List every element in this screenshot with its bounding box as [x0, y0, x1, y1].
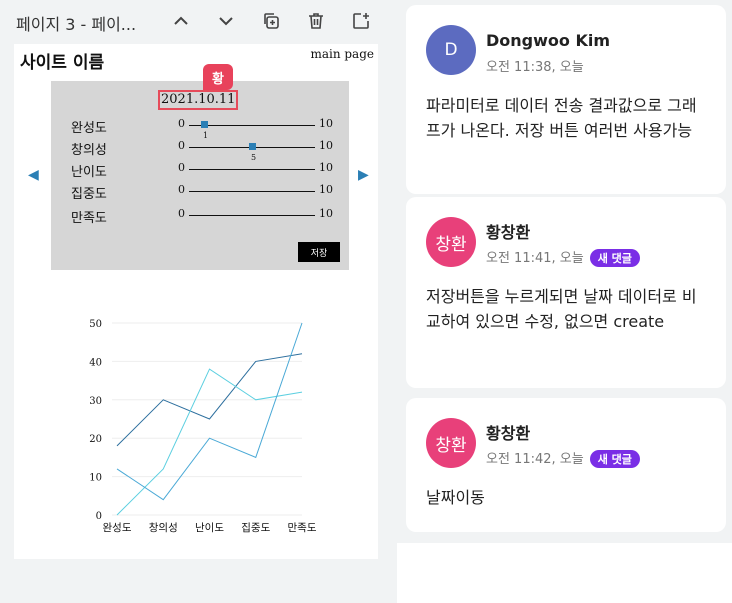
slider-max: 10 — [319, 161, 333, 174]
save-button[interactable]: 저장 — [298, 242, 340, 262]
chevron-down-icon[interactable] — [213, 8, 239, 34]
slider-track[interactable] — [189, 215, 315, 216]
comment-text: 파라미터로 데이터 전송 결과값으로 그래프가 나온다. 저장 버튼 여러번 사… — [426, 96, 697, 140]
page-title[interactable]: 페이지 3 - 페이... — [16, 11, 136, 35]
duplicate-page-icon[interactable] — [258, 8, 284, 34]
y-tick-label: 50 — [89, 319, 102, 330]
avatar[interactable]: 창환 — [426, 418, 476, 468]
slider-track[interactable] — [189, 191, 315, 192]
slider-max: 10 — [319, 139, 333, 152]
x-tick-label: 집중도 — [241, 522, 270, 534]
comment-time: 오전 11:38, 오늘 — [486, 56, 584, 75]
slider-max: 10 — [319, 117, 333, 130]
prev-arrow-icon[interactable]: ◀ — [28, 167, 39, 183]
line-chart: 0 10 20 30 40 50 완성도 창의성 난이도 집중도 만족도 — [89, 319, 317, 534]
site-name: 사이트 이름 — [20, 53, 105, 73]
page-toolbar: 페이지 3 - 페이... — [0, 0, 390, 44]
slider-row: 창의성 0 5 10 — [51, 137, 349, 162]
comment-card: 창환 황창환 오전 11:41, 오늘 새 댓글 저장버튼을 누르게되면 날짜 데… — [406, 197, 726, 388]
series-line-3 — [116, 322, 303, 501]
slider-track[interactable] — [189, 169, 315, 170]
slider-label: 난이도 — [71, 165, 107, 180]
series-line-2 — [116, 368, 303, 516]
x-tick-label: 완성도 — [103, 521, 132, 534]
slider-panel: 황 2021.10.11 완성도 0 1 10 창의성 0 5 10 난이도 0… — [51, 64, 349, 270]
comment-author[interactable]: 황창환 — [486, 219, 530, 243]
comment-text: 날짜이동 — [426, 488, 485, 507]
chevron-up-icon[interactable] — [168, 8, 194, 34]
y-tick-label: 20 — [89, 434, 102, 445]
comment-author[interactable]: Dongwoo Kim — [486, 31, 610, 50]
new-comment-badge: 새 댓글 — [589, 450, 640, 468]
date-field[interactable]: 2021.10.11 — [158, 90, 239, 110]
comment-text: 저장버튼을 누르게되면 날짜 데이터로 비교하여 있으면 수정, 없으면 cre… — [426, 287, 697, 331]
x-tick-label: 만족도 — [288, 522, 317, 534]
main-page-link[interactable]: main page — [310, 47, 374, 61]
slider-row: 집중도 0 10 — [51, 181, 349, 202]
comment-card-partial — [397, 543, 732, 603]
avatar[interactable]: 창환 — [426, 217, 476, 267]
comment-time: 오전 11:41, 오늘 새 댓글 — [486, 247, 640, 267]
slider-row: 난이도 0 10 — [51, 159, 349, 180]
slider-label: 만족도 — [71, 211, 107, 226]
slider-max: 10 — [319, 207, 333, 220]
comment-time: 오전 11:42, 오늘 새 댓글 — [486, 448, 640, 468]
slider-thumb[interactable] — [201, 121, 208, 128]
comment-time-text: 오전 11:38, 오늘 — [486, 60, 584, 75]
slider-min: 0 — [178, 139, 185, 152]
x-tick-label: 난이도 — [195, 522, 224, 534]
slider-min: 0 — [178, 117, 185, 130]
comment-time-text: 오전 11:42, 오늘 — [486, 452, 584, 467]
slider-label: 집중도 — [71, 187, 107, 202]
slider-max: 10 — [319, 183, 333, 196]
slider-row: 완성도 0 1 10 — [51, 115, 349, 140]
y-tick-label: 30 — [89, 396, 102, 407]
slider-label: 창의성 — [71, 143, 107, 158]
new-comment-badge: 새 댓글 — [589, 249, 640, 267]
y-tick-label: 10 — [89, 473, 102, 484]
add-page-icon[interactable] — [348, 8, 374, 34]
avatar[interactable]: D — [426, 25, 476, 75]
slider-label: 완성도 — [71, 121, 107, 136]
y-tick-label: 0 — [96, 511, 102, 522]
slider-row: 만족도 0 10 — [51, 205, 349, 226]
next-arrow-icon[interactable]: ▶ — [358, 167, 369, 183]
comment-card: 창환 황창환 오전 11:42, 오늘 새 댓글 날짜이동 — [406, 398, 726, 532]
x-tick-label: 창의성 — [149, 522, 178, 534]
comment-author[interactable]: 황창환 — [486, 420, 530, 444]
slider-min: 0 — [178, 183, 185, 196]
slider-thumb[interactable] — [249, 143, 256, 150]
collaborator-cursor-tag: 황 — [203, 64, 233, 90]
comment-card: D Dongwoo Kim 오전 11:38, 오늘 파라미터로 데이터 전송 … — [406, 5, 726, 194]
delete-page-icon[interactable] — [303, 8, 329, 34]
y-tick-label: 40 — [89, 357, 102, 368]
slider-min: 0 — [178, 207, 185, 220]
comment-time-text: 오전 11:41, 오늘 — [486, 251, 584, 266]
slider-min: 0 — [178, 161, 185, 174]
